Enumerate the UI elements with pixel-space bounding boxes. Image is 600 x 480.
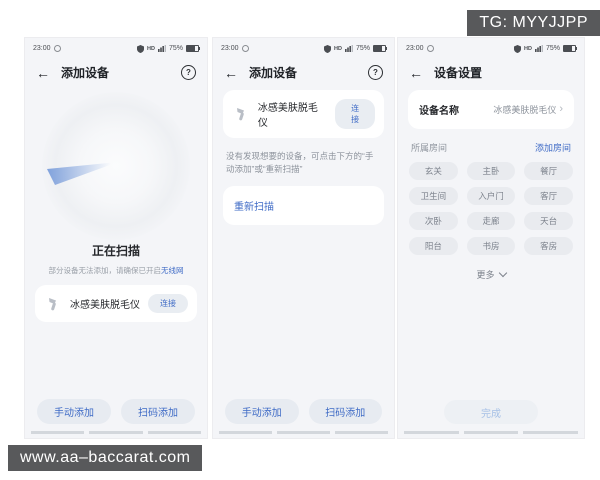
room-section-label: 所属房间 [411, 143, 448, 153]
bottom-actions: 手动添加 扫码添加 [213, 399, 394, 424]
room-chip-entrance[interactable]: 玄关 [409, 162, 458, 180]
device-name-row[interactable]: 设备名称 冰感美肤脱毛仪 › [408, 90, 574, 129]
android-nav-bar[interactable] [398, 424, 584, 438]
back-icon[interactable]: ← [224, 66, 238, 80]
battery-icon [563, 45, 577, 52]
page: TG: MYYJJPP www.aa–baccarat.com 23:00 HD… [0, 0, 600, 480]
device-name: 冰感美肤脱毛仪 [70, 300, 140, 311]
room-section-header: 所属房间 添加房间 [398, 129, 584, 162]
status-time: 23:00 [221, 45, 239, 52]
status-bar: 23:00 HD 75% [398, 38, 584, 55]
no-device-hint: 没有发现想要的设备，可点击下方的“手动添加”或“重新扫描” [226, 151, 374, 174]
room-chip-living-room[interactable]: 客厅 [524, 187, 573, 205]
status-misc-icon [241, 45, 249, 52]
signal-icon [157, 45, 166, 52]
android-nav-bar[interactable] [213, 424, 394, 438]
device-name-label: 设备名称 [419, 106, 459, 117]
radar-scan-animation [42, 92, 190, 240]
page-title: 添加设备 [61, 66, 110, 80]
page-title: 添加设备 [249, 66, 298, 80]
shield-icon [514, 44, 522, 53]
manual-add-button[interactable]: 手动添加 [37, 399, 111, 424]
wifi-link[interactable]: 无线网 [161, 266, 184, 275]
shield-icon [137, 44, 145, 53]
radar-sweep-icon [47, 162, 118, 185]
hd-icon: HD [147, 45, 155, 52]
signal-icon [344, 45, 353, 52]
room-grid: 玄关 主卧 餐厅 卫生间 入户门 客厅 次卧 走廊 天台 阳台 书房 客房 [398, 162, 584, 255]
nav-header: ← 设备设置 [398, 55, 584, 90]
battery-icon [373, 45, 387, 52]
more-button[interactable]: 更多 [398, 268, 584, 281]
scan-code-add-button[interactable]: 扫码添加 [121, 399, 195, 424]
found-device-row[interactable]: 冰感美肤脱毛仪 连接 [35, 285, 197, 322]
watermark-bottom-badge: www.aa–baccarat.com [8, 445, 203, 471]
status-time: 23:00 [33, 45, 51, 52]
battery-percent: 75% [355, 45, 370, 52]
nav-header: ← 添加设备 ? [25, 55, 207, 90]
battery-percent: 75% [545, 45, 560, 52]
found-device-row[interactable]: 冰感美肤脱毛仪 连接 [223, 90, 384, 138]
device-name-value: 冰感美肤脱毛仪 [493, 105, 557, 115]
room-chip-master-bedroom[interactable]: 主卧 [466, 162, 516, 180]
back-icon[interactable]: ← [36, 66, 50, 80]
battery-percent: 75% [168, 45, 183, 52]
scan-code-add-button[interactable]: 扫码添加 [308, 399, 382, 424]
device-name: 冰感美肤脱毛仪 [257, 103, 318, 129]
watermark-top-badge: TG: MYYJJPP [467, 10, 600, 36]
page-title: 设备设置 [434, 66, 483, 80]
room-chip-entry-door[interactable]: 入户门 [466, 187, 516, 205]
room-chip-rooftop[interactable]: 天台 [524, 212, 573, 230]
room-chip-dining-room[interactable]: 餐厅 [524, 162, 573, 180]
nav-header: ← 添加设备 ? [213, 55, 394, 90]
room-chip-corridor[interactable]: 走廊 [466, 212, 516, 230]
help-icon[interactable]: ? [368, 65, 383, 80]
status-bar: 23:00 HD 75% [25, 38, 207, 55]
android-nav-bar[interactable] [25, 424, 207, 438]
screen-add-device-results: 23:00 HD 75% ← 添加设备 ? 冰感美肤脱毛仪 连接 没有发现想要的… [213, 38, 394, 438]
chevron-down-icon [498, 268, 507, 278]
device-icon [44, 295, 62, 313]
more-label: 更多 [476, 270, 495, 280]
rescan-button[interactable]: 重新扫描 [223, 185, 384, 225]
status-misc-icon [426, 45, 434, 52]
add-room-button[interactable]: 添加房间 [535, 141, 571, 154]
room-chip-balcony[interactable]: 阳台 [409, 237, 458, 255]
scanning-hint-text: 部分设备无法添加，请确保已开启 [48, 266, 162, 275]
chevron-right-icon: › [559, 103, 563, 115]
connect-button[interactable]: 连接 [148, 294, 188, 313]
scanning-status-text: 正在扫描 [91, 244, 140, 258]
room-chip-guest-room[interactable]: 客房 [524, 237, 573, 255]
room-chip-study[interactable]: 书房 [466, 237, 516, 255]
signal-icon [534, 45, 543, 52]
done-button[interactable]: 完成 [444, 400, 538, 424]
shield-icon [324, 44, 332, 53]
manual-add-button[interactable]: 手动添加 [225, 399, 299, 424]
room-chip-bathroom[interactable]: 卫生间 [409, 187, 458, 205]
scanning-hint: 部分设备无法添加，请确保已开启无线网 [31, 265, 201, 276]
room-chip-second-bedroom[interactable]: 次卧 [409, 212, 458, 230]
hd-icon: HD [334, 45, 342, 52]
battery-icon [186, 45, 200, 52]
hd-icon: HD [524, 45, 532, 52]
status-bar: 23:00 HD 75% [213, 38, 394, 55]
status-time: 23:00 [406, 45, 424, 52]
screen-device-settings: 23:00 HD 75% ← 设备设置 设备名称 冰感美肤脱毛仪 › 所属房间 [398, 38, 584, 438]
status-misc-icon [53, 45, 61, 52]
back-icon[interactable]: ← [409, 66, 423, 80]
screen-add-device-scanning: 23:00 HD 75% ← 添加设备 ? 正在扫描 部分设备无法添加，请确保已… [25, 38, 207, 438]
help-icon[interactable]: ? [181, 65, 196, 80]
bottom-actions: 手动添加 扫码添加 [25, 399, 207, 424]
device-icon [232, 105, 250, 123]
connect-button[interactable]: 连接 [335, 99, 375, 129]
